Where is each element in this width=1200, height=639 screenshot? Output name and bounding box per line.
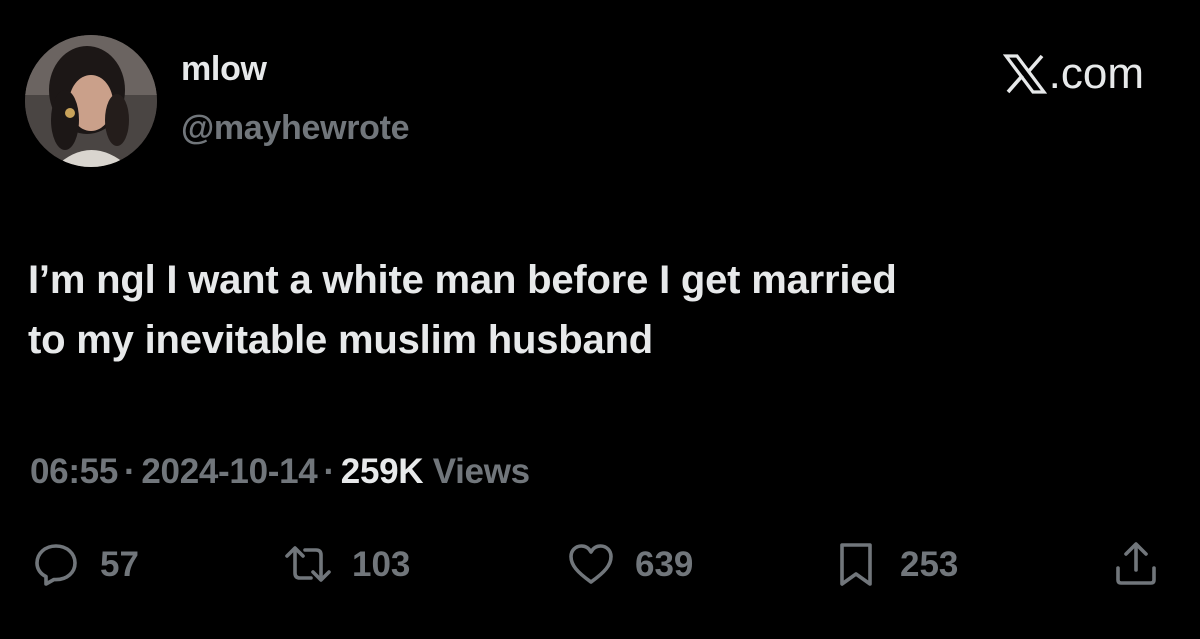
bookmark-icon	[840, 543, 872, 586]
repost-count: 103	[352, 544, 411, 584]
share-button[interactable]	[1112, 540, 1160, 588]
tweet-date[interactable]: 2024-10-14	[141, 452, 317, 491]
like-count: 639	[635, 544, 694, 584]
bookmark-count: 253	[900, 544, 959, 584]
tweet-text-line-2: to my inevitable muslim husband	[28, 318, 654, 362]
action-bar: 57 103 639 253	[32, 540, 1167, 592]
avatar[interactable]	[25, 35, 157, 167]
share-icon	[1116, 542, 1156, 585]
heart-icon	[569, 544, 613, 584]
views-label: Views	[432, 452, 530, 491]
bookmark-button[interactable]: 253	[832, 540, 958, 588]
tweet-text-line-1: I’m ngl I want a white man before I get …	[28, 258, 897, 302]
tweet-meta: 06:55 · 2024-10-14 · 259K Views	[30, 454, 530, 489]
reply-icon	[35, 544, 77, 586]
tweet-time[interactable]: 06:55	[30, 452, 118, 491]
author-handle[interactable]: @mayhewrote	[181, 111, 410, 145]
reply-button[interactable]: 57	[32, 540, 139, 588]
x-brand-link[interactable]: .com	[1002, 49, 1144, 98]
views-count: 259K	[340, 452, 424, 491]
meta-separator: ·	[323, 452, 335, 491]
author-display-name[interactable]: mlow	[181, 52, 267, 86]
like-button[interactable]: 639	[567, 540, 693, 588]
repost-button[interactable]: 103	[284, 540, 410, 588]
avatar-image	[25, 35, 157, 167]
tweet-text: I’m ngl I want a white man before I get …	[28, 250, 1178, 370]
meta-separator: ·	[124, 452, 136, 491]
reply-count: 57	[100, 544, 139, 584]
repost-icon	[285, 546, 331, 582]
brand-domain-label: .com	[1048, 49, 1144, 98]
x-logo-icon	[1002, 54, 1047, 94]
